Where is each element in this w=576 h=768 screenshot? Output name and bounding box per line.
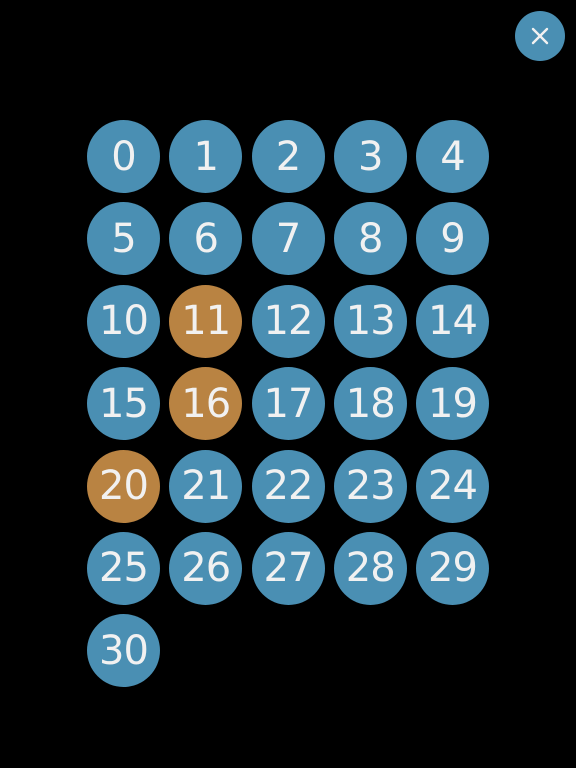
- number-button-23[interactable]: 23: [333, 449, 407, 523]
- close-button[interactable]: [515, 11, 565, 61]
- number-button-26[interactable]: 26: [169, 531, 243, 605]
- number-button-12[interactable]: 12: [251, 284, 325, 358]
- number-button-28[interactable]: 28: [333, 531, 407, 605]
- number-button-0[interactable]: 0: [87, 120, 160, 193]
- number-button-9[interactable]: 9: [416, 202, 489, 276]
- number-button-8[interactable]: 8: [333, 202, 407, 276]
- number-button-4[interactable]: 4: [416, 120, 489, 193]
- number-button-21[interactable]: 21: [169, 449, 243, 523]
- close-icon: [530, 26, 550, 46]
- number-button-30[interactable]: 30: [87, 614, 160, 688]
- number-button-11[interactable]: 11: [169, 284, 243, 358]
- number-button-7[interactable]: 7: [251, 202, 325, 276]
- number-button-29[interactable]: 29: [416, 531, 489, 605]
- number-button-6[interactable]: 6: [169, 202, 243, 276]
- number-button-27[interactable]: 27: [251, 531, 325, 605]
- number-button-3[interactable]: 3: [333, 120, 407, 193]
- number-grid: 0 1 2 3 4 5 6 7 8 9 10 11 12 13 14 15 16 17 18 19 20 21 22 23 24…: [87, 120, 489, 688]
- number-button-25[interactable]: 25: [87, 531, 160, 605]
- number-button-1[interactable]: 1: [169, 120, 243, 193]
- number-button-19[interactable]: 19: [416, 367, 489, 441]
- number-button-22[interactable]: 22: [251, 449, 325, 523]
- number-button-10[interactable]: 10: [87, 284, 160, 358]
- number-button-13[interactable]: 13: [333, 284, 407, 358]
- number-button-2[interactable]: 2: [251, 120, 325, 193]
- number-button-14[interactable]: 14: [416, 284, 489, 358]
- number-button-17[interactable]: 17: [251, 367, 325, 441]
- number-button-18[interactable]: 18: [333, 367, 407, 441]
- number-button-15[interactable]: 15: [87, 367, 160, 441]
- number-button-24[interactable]: 24: [416, 449, 489, 523]
- number-button-5[interactable]: 5: [87, 202, 160, 276]
- number-button-16[interactable]: 16: [169, 367, 243, 441]
- number-button-20[interactable]: 20: [87, 449, 160, 523]
